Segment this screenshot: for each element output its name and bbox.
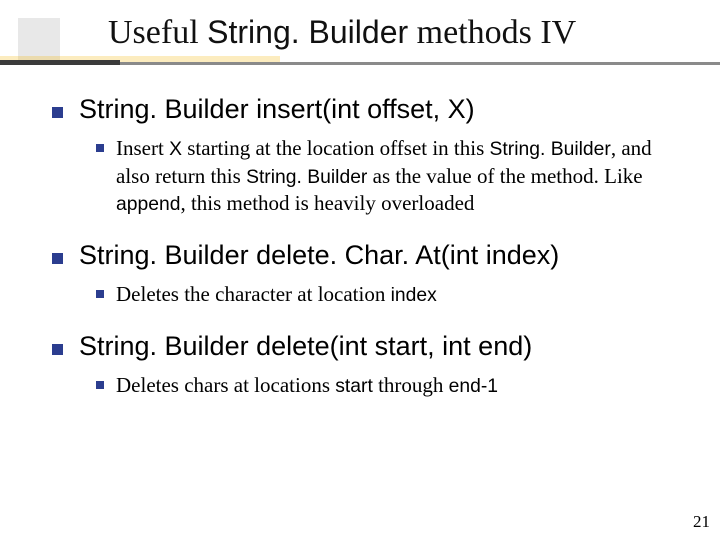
square-bullet-icon <box>96 290 104 298</box>
method-heading: String. Builder delete(int start, int en… <box>79 331 532 362</box>
method-heading: String. Builder insert(int offset, X) <box>79 94 475 125</box>
page-number: 21 <box>693 512 710 532</box>
method-heading: String. Builder delete. Char. At(int ind… <box>79 240 559 271</box>
title-prefix: Useful <box>108 14 207 51</box>
list-item: Insert X starting at the location offset… <box>96 135 680 218</box>
list-item: String. Builder delete(int start, int en… <box>52 331 680 400</box>
list-item: Deletes chars at locations start through… <box>96 372 680 400</box>
title-rule <box>0 56 720 66</box>
square-bullet-icon <box>52 344 63 355</box>
square-bullet-icon <box>96 144 104 152</box>
list-item: String. Builder insert(int offset, X) In… <box>52 94 680 218</box>
method-list: String. Builder insert(int offset, X) In… <box>52 94 680 400</box>
method-description: Insert X starting at the location offset… <box>116 135 680 218</box>
list-item: Deletes the character at location index <box>96 281 680 309</box>
method-description: Deletes chars at locations start through… <box>116 372 498 400</box>
square-bullet-icon <box>96 381 104 389</box>
title-suffix: methods IV <box>408 14 576 51</box>
page-title: Useful String. Builder methods IV <box>0 14 720 54</box>
content-area: String. Builder insert(int offset, X) In… <box>0 66 720 400</box>
title-decoration-square <box>18 18 60 60</box>
title-block: Useful String. Builder methods IV <box>0 0 720 66</box>
title-code: String. Builder <box>207 14 408 50</box>
square-bullet-icon <box>52 253 63 264</box>
list-item: String. Builder delete. Char. At(int ind… <box>52 240 680 309</box>
method-description: Deletes the character at location index <box>116 281 437 309</box>
square-bullet-icon <box>52 107 63 118</box>
